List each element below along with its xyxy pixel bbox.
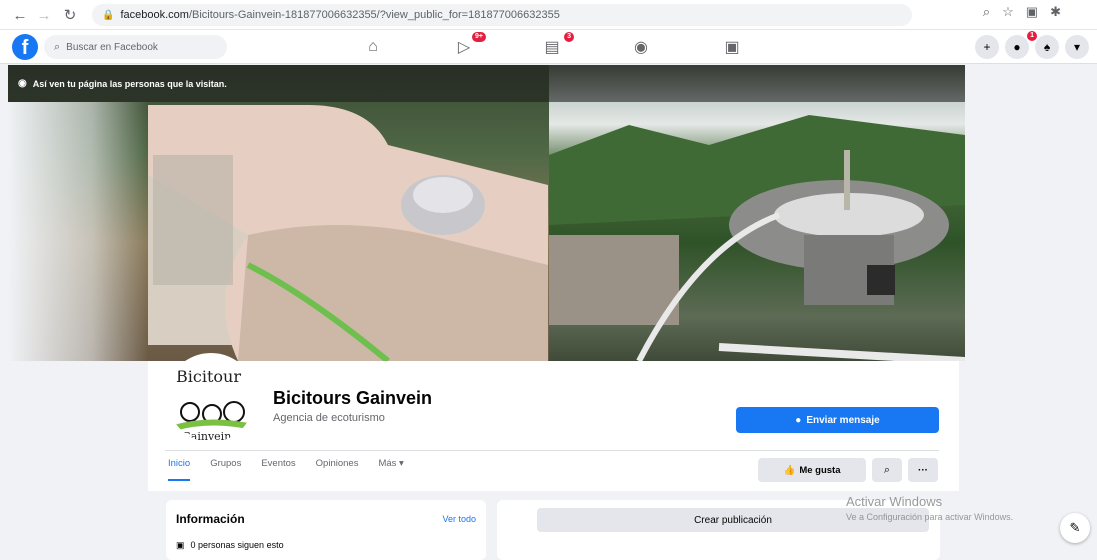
messenger-badge: 1 [1027, 31, 1037, 41]
compose-edit-icon[interactable]: ✎ [1060, 513, 1090, 543]
browser-actions: ⌕ ☆ ▣ ✱ [983, 4, 1061, 20]
create-plus-icon[interactable]: + [975, 35, 999, 59]
lookout-illustration [549, 115, 965, 361]
send-message-button[interactable]: ● Enviar mensaje [736, 407, 939, 433]
privacy-notice-text: Así ven tu página las personas que la vi… [32, 78, 227, 89]
home-icon[interactable]: ⌂ [359, 36, 387, 58]
zoom-icon[interactable]: ⌕ [983, 4, 990, 20]
forward-arrow-icon[interactable]: → [32, 3, 56, 27]
info-title: Información [176, 512, 245, 526]
marketplace-icon[interactable]: ▤ 3 [538, 32, 574, 58]
followers-text: 0 personas siguen esto [190, 540, 284, 550]
cover-fade [8, 102, 148, 361]
watermark-line2: Ve a Configuración para activar Windows. [846, 512, 1014, 522]
account-chevron-down-icon[interactable]: ▾ [1065, 35, 1089, 59]
extension-icon[interactable]: ▣ [1026, 4, 1038, 20]
followers-icon: ▣ [176, 540, 185, 550]
watermark-line1: Activar Windows [846, 494, 943, 509]
reload-icon[interactable]: ↻ [58, 3, 82, 27]
url-host: facebook.com [120, 9, 189, 21]
marketplace-badge: 3 [564, 32, 574, 42]
like-button[interactable]: 👍 Me gusta [758, 458, 866, 482]
search-input[interactable]: ⌕ Buscar en Facebook [44, 35, 227, 59]
info-card: Información Ver todo ▣ 0 personas siguen… [166, 500, 486, 560]
tab-grupos[interactable]: Grupos [210, 458, 241, 481]
tab-inicio[interactable]: Inicio [168, 458, 191, 481]
facebook-header: f ⌕ Buscar en Facebook ⌂ ▷ 9+ ▤ 3 ◉ ▣ + ● 1… [0, 30, 1097, 64]
svg-text:Bicitour: Bicitour [176, 367, 241, 386]
bicitours-logo-icon: Bicitour Gainvein [173, 367, 249, 442]
more-options-button[interactable]: ··· [908, 458, 938, 482]
gaming-icon[interactable]: ▣ [718, 36, 746, 58]
page-tabs: Inicio Grupos Eventos Opiniones Más ▾ [168, 458, 404, 481]
header-actions: + ● 1 ♠ ▾ [975, 31, 1089, 59]
eye-icon: ◉ [18, 78, 27, 89]
search-placeholder: Buscar en Facebook [66, 41, 158, 53]
puzzle-icon[interactable]: ✱ [1050, 4, 1061, 20]
page-search-button[interactable]: ⌕ [872, 458, 902, 482]
page-category: Agencia de ecoturismo [273, 412, 385, 424]
browser-toolbar: ← → ↻ 🔒 facebook.com /Bicitours-Gainvein… [0, 0, 1097, 30]
search-icon: ⌕ [883, 463, 891, 476]
profile-divider [165, 450, 939, 451]
back-arrow-icon[interactable]: ← [8, 3, 32, 27]
search-icon: ⌕ [54, 40, 61, 53]
windows-activation-watermark: Activar Windows Ve a Configuración para … [846, 494, 1013, 522]
url-path: /Bicitours-Gainvein-181877006632355/?vie… [188, 9, 560, 21]
lock-icon: 🔒 [102, 9, 115, 21]
watch-badge: 9+ [472, 32, 486, 42]
messenger-icon[interactable]: ● 1 [1005, 31, 1037, 59]
caret-down-icon: ▾ [399, 458, 404, 469]
page-title: Bicitours Gainvein [273, 388, 433, 408]
messenger-icon: ● [795, 414, 802, 426]
like-label: Me gusta [799, 464, 841, 476]
thumbs-up-icon: 👍 [783, 464, 796, 476]
watch-icon[interactable]: ▷ 9+ [450, 32, 486, 58]
see-all-link[interactable]: Ver todo [442, 514, 476, 524]
avatar[interactable]: Bicitour Gainvein [165, 353, 257, 445]
address-bar[interactable]: 🔒 facebook.com /Bicitours-Gainvein-18187… [92, 4, 912, 26]
groups-icon[interactable]: ◉ [627, 36, 655, 58]
tab-eventos[interactable]: Eventos [261, 458, 295, 481]
tab-opiniones[interactable]: Opiniones [316, 458, 359, 481]
cover-image-lookout [549, 65, 965, 361]
bookmark-star-icon[interactable]: ☆ [1002, 4, 1014, 20]
tab-mas[interactable]: Más ▾ [378, 458, 403, 481]
followers-row: ▣ 0 personas siguen esto [176, 540, 284, 551]
notifications-bell-icon[interactable]: ♠ [1035, 35, 1059, 59]
privacy-notice-banner: ◉ Así ven tu página las personas que la … [8, 65, 965, 102]
send-message-label: Enviar mensaje [806, 414, 880, 426]
cover-photo: ◉ Así ven tu página las personas que la … [8, 65, 965, 361]
facebook-logo-icon[interactable]: f [12, 34, 38, 60]
